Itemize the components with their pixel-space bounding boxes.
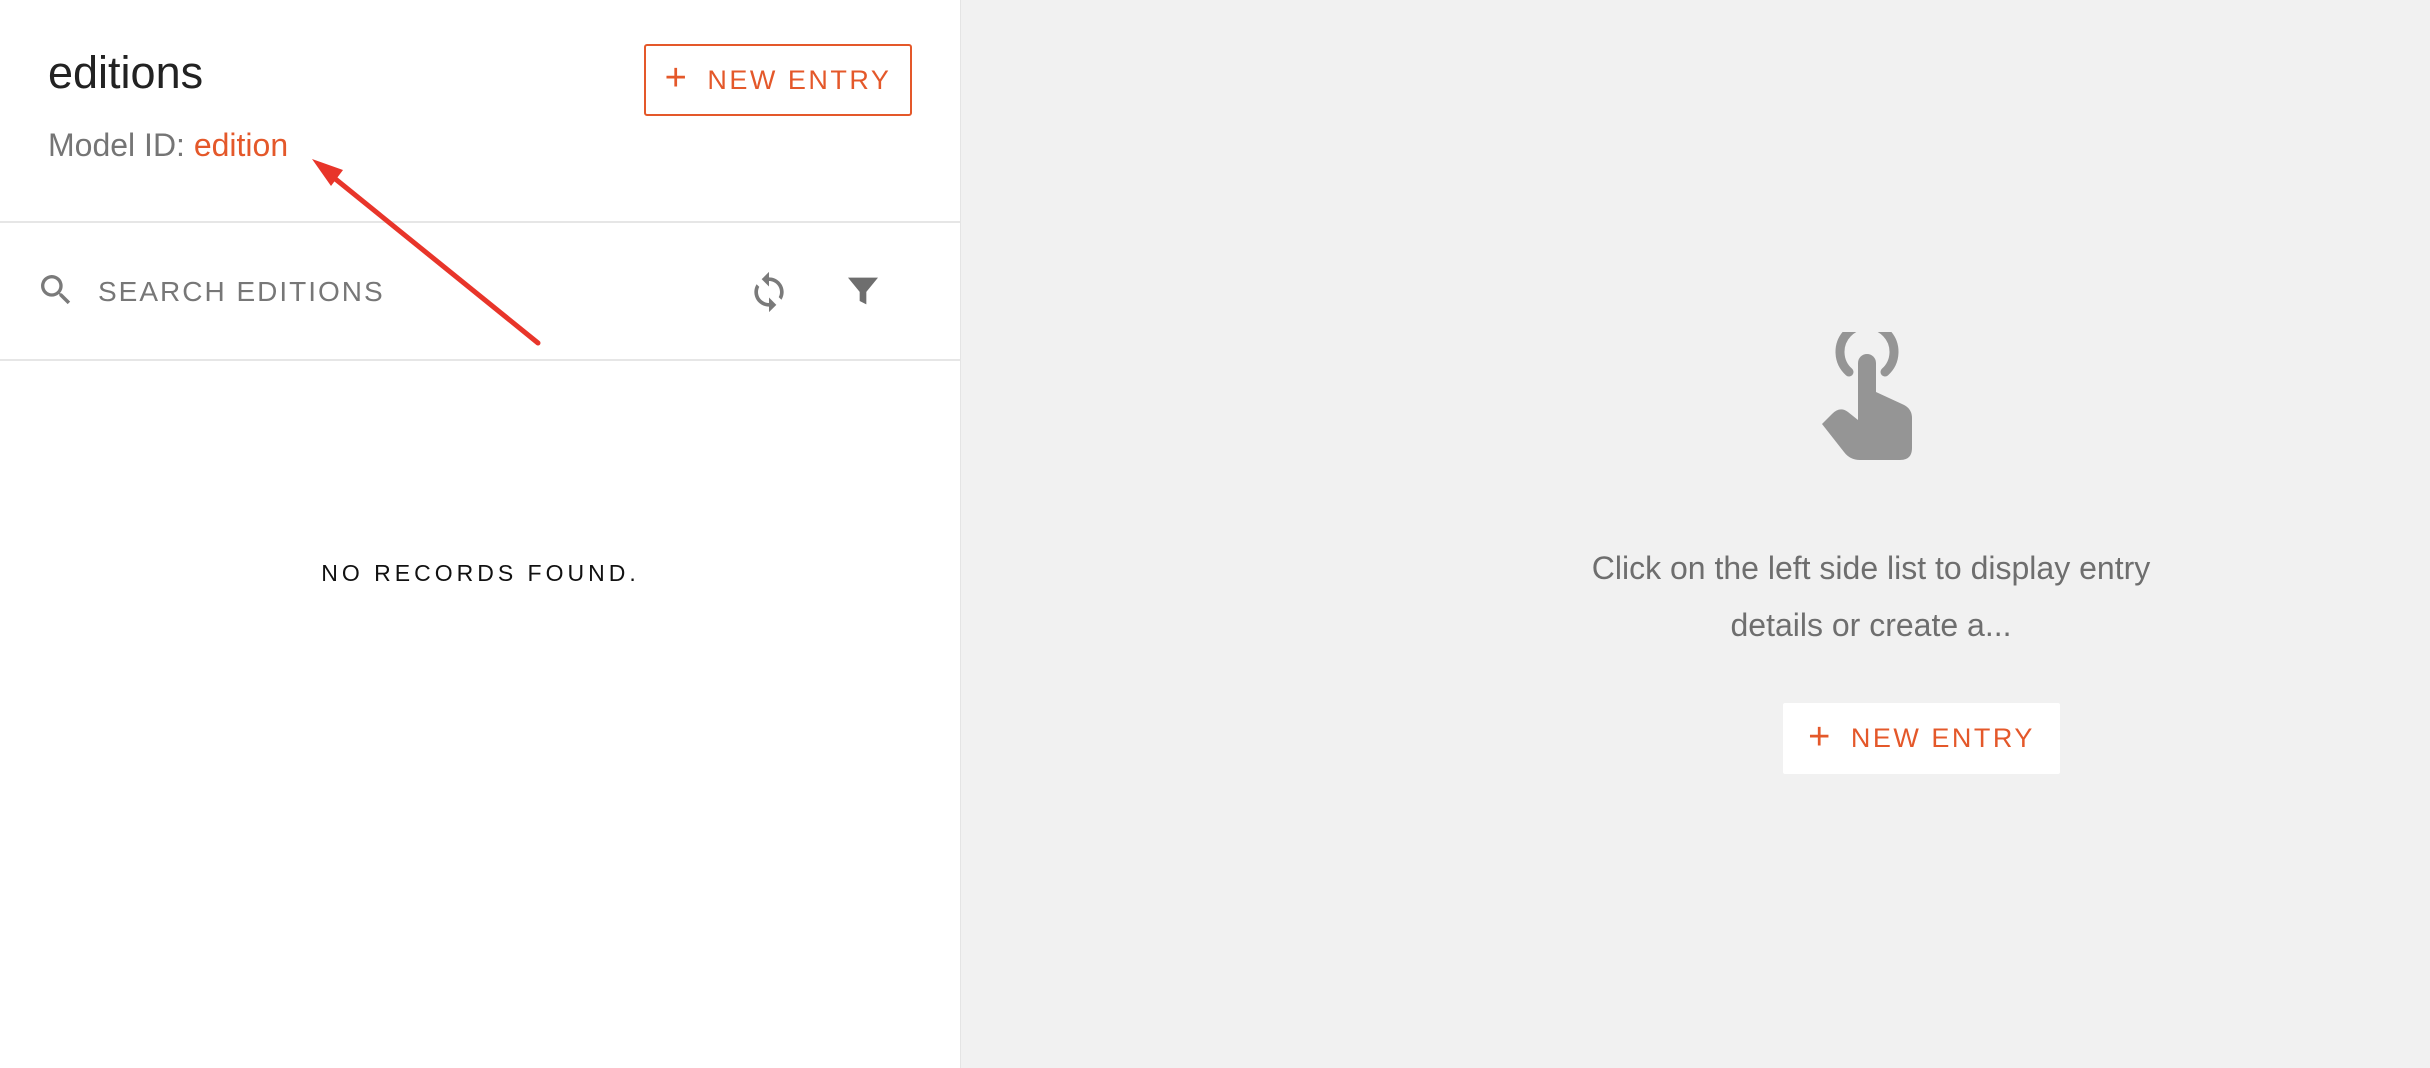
model-id-row: Model ID: edition xyxy=(48,126,288,164)
new-entry-button-label: NEW ENTRY xyxy=(707,64,892,95)
entry-details-panel: Click on the left side list to display e… xyxy=(961,0,2430,1068)
empty-list-message: NO RECORDS FOUND. xyxy=(321,560,640,586)
content-list-panel: editions Model ID: edition + NEW ENTRY S… xyxy=(0,0,961,1068)
details-placeholder-text: Click on the left side list to display e… xyxy=(1521,540,2221,654)
details-new-entry-button-label: NEW ENTRY xyxy=(1850,723,2035,753)
search-input[interactable] xyxy=(96,267,660,317)
model-id-label: Model ID: xyxy=(48,127,194,163)
model-id-value: edition xyxy=(193,127,289,163)
details-placeholder-line-2: details or create a... xyxy=(1730,607,2012,643)
plus-icon: + xyxy=(664,57,690,99)
details-placeholder-line-1: Click on the left side list to display e… xyxy=(1591,550,2151,586)
page-title: editions xyxy=(48,47,204,98)
search-icon xyxy=(36,270,76,310)
filter-icon[interactable] xyxy=(843,271,883,311)
plus-icon: + xyxy=(1808,715,1833,758)
refresh-icon[interactable] xyxy=(747,270,791,314)
touch-app-icon xyxy=(1820,320,1922,468)
details-new-entry-button[interactable]: + NEW ENTRY xyxy=(1783,703,2060,774)
new-entry-button[interactable]: + NEW ENTRY xyxy=(644,44,912,116)
list-header: editions Model ID: edition + NEW ENTRY xyxy=(0,0,960,223)
search-bar xyxy=(0,223,960,361)
app-root: editions Model ID: edition + NEW ENTRY S… xyxy=(0,0,2430,1068)
